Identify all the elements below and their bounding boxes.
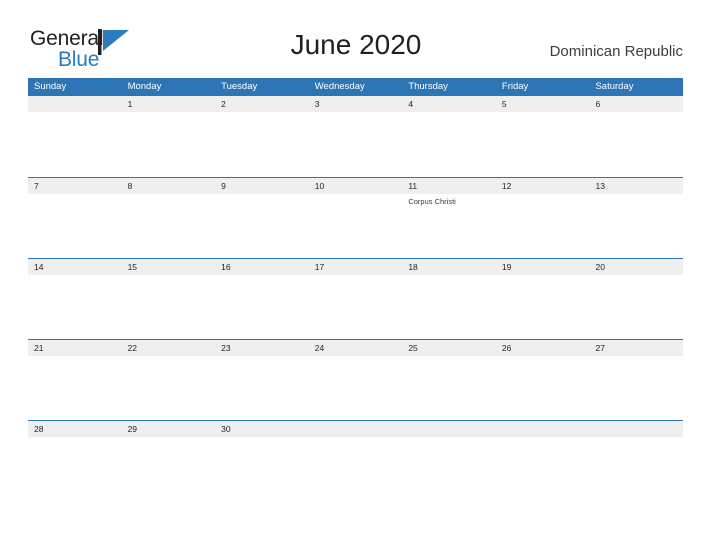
day-cell-8[interactable]: 8 — [121, 178, 216, 258]
day-number — [589, 421, 684, 437]
day-cell-3[interactable]: 3 — [308, 96, 403, 176]
calendar-week-row: 14 15 16 17 18 19 20 — [28, 258, 684, 339]
page-header: General Blue June 2020 Dominican Republi… — [0, 0, 712, 76]
day-cell-10[interactable]: 10 — [308, 178, 403, 258]
weekday-header-wednesday: Wednesday — [314, 81, 365, 92]
weekday-header-friday: Friday — [501, 81, 529, 92]
day-cell-11[interactable]: 11 Corpus Christi — [402, 178, 496, 258]
day-cell-21[interactable]: 21 — [28, 340, 122, 420]
day-number: 25 — [402, 340, 496, 356]
day-number: 9 — [215, 178, 309, 194]
weekday-header-thursday: Thursday — [408, 81, 448, 92]
day-number: 19 — [495, 259, 590, 275]
day-number: 10 — [308, 178, 403, 194]
day-cell-7[interactable]: 7 — [28, 178, 122, 258]
day-number: 27 — [589, 340, 684, 356]
day-number: 2 — [215, 96, 309, 112]
day-cell-empty — [308, 421, 403, 501]
day-number: 11 — [402, 178, 496, 194]
day-cell-empty — [28, 96, 122, 176]
day-number: 24 — [308, 340, 403, 356]
day-events: Corpus Christi — [402, 194, 496, 207]
day-cell-19[interactable]: 19 — [495, 259, 590, 339]
day-number: 7 — [28, 178, 122, 194]
calendar-page: General Blue June 2020 Dominican Republi… — [0, 0, 712, 550]
calendar-grid: Sunday Monday Tuesday Wednesday Thursday Frid… — [28, 78, 684, 501]
calendar-body: 1 2 3 4 5 6 7 8 9 10 11 Corpus Christi 12 13 14 15 16 17 1… — [28, 96, 684, 501]
day-number: 1 — [121, 96, 216, 112]
day-cell-16[interactable]: 16 — [215, 259, 309, 339]
day-number — [402, 421, 496, 437]
day-number: 8 — [121, 178, 216, 194]
day-cell-9[interactable]: 9 — [215, 178, 309, 258]
calendar-week-row: 28 29 30 — [28, 420, 684, 501]
day-number: 30 — [215, 421, 309, 437]
day-number — [495, 421, 590, 437]
day-cell-29[interactable]: 29 — [121, 421, 216, 501]
weekday-header-tuesday: Tuesday — [221, 81, 258, 92]
day-cell-empty — [495, 421, 590, 501]
day-number: 5 — [495, 96, 590, 112]
day-cell-27[interactable]: 27 — [589, 340, 684, 420]
day-cell-28[interactable]: 28 — [28, 421, 122, 501]
day-cell-26[interactable]: 26 — [495, 340, 590, 420]
calendar-week-row: 123456 — [28, 96, 684, 177]
day-number: 15 — [121, 259, 216, 275]
day-cell-18[interactable]: 18 — [402, 259, 496, 339]
day-cell-17[interactable]: 17 — [308, 259, 403, 339]
day-cell-4[interactable]: 4 — [402, 96, 496, 176]
day-number: 18 — [402, 259, 496, 275]
day-number: 14 — [28, 259, 122, 275]
day-number: 23 — [215, 340, 309, 356]
day-number: 13 — [589, 178, 684, 194]
day-number: 20 — [589, 259, 684, 275]
day-cell-25[interactable]: 25 — [402, 340, 496, 420]
day-number — [308, 421, 403, 437]
day-number: 26 — [495, 340, 590, 356]
weekday-header-row: Sunday Monday Tuesday Wednesday Thursday Frid… — [28, 78, 683, 96]
day-cell-13[interactable]: 13 — [589, 178, 684, 258]
day-number: 12 — [495, 178, 590, 194]
day-cell-22[interactable]: 22 — [121, 340, 216, 420]
day-number: 4 — [402, 96, 496, 112]
holiday-event: Corpus Christi — [408, 197, 456, 206]
weekday-header-monday: Monday — [127, 81, 162, 92]
day-number: 3 — [308, 96, 403, 112]
day-cell-14[interactable]: 14 — [28, 259, 122, 339]
weekday-header-sunday: Sunday — [34, 81, 67, 92]
country-label: Dominican Republic — [549, 43, 683, 60]
day-cell-30[interactable]: 30 — [215, 421, 309, 501]
day-cell-23[interactable]: 23 — [215, 340, 309, 420]
day-cell-24[interactable]: 24 — [308, 340, 403, 420]
calendar-week-row: 7 8 9 10 11 Corpus Christi 12 13 — [28, 177, 684, 258]
day-number: 6 — [589, 96, 684, 112]
day-cell-12[interactable]: 12 — [495, 178, 590, 258]
day-cell-6[interactable]: 6 — [589, 96, 684, 176]
day-number: 17 — [308, 259, 403, 275]
calendar-week-row: 21 22 23 24 25 26 27 — [28, 339, 684, 420]
day-cell-1[interactable]: 1 — [121, 96, 216, 176]
day-cell-5[interactable]: 5 — [495, 96, 590, 176]
day-cell-2[interactable]: 2 — [215, 96, 309, 176]
day-number — [28, 96, 122, 112]
day-cell-20[interactable]: 20 — [589, 259, 684, 339]
day-number: 21 — [28, 340, 122, 356]
day-cell-empty — [589, 421, 684, 501]
weekday-header-saturday: Saturday — [595, 81, 634, 92]
day-number: 22 — [121, 340, 216, 356]
day-cell-empty — [402, 421, 496, 501]
day-cell-15[interactable]: 15 — [121, 259, 216, 339]
day-number: 16 — [215, 259, 309, 275]
day-number: 29 — [121, 421, 216, 437]
day-number: 28 — [28, 421, 122, 437]
